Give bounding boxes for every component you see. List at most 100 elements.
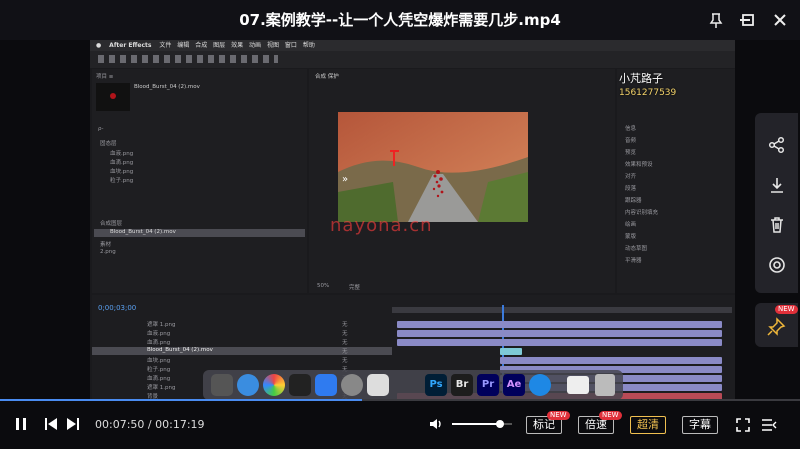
trash-icon[interactable] xyxy=(595,374,615,396)
volume-icon[interactable] xyxy=(428,416,444,436)
pause-icon[interactable] xyxy=(14,416,28,435)
comp-preview-image: » xyxy=(338,112,528,222)
layer-bar[interactable] xyxy=(397,339,722,346)
notes-icon[interactable] xyxy=(367,374,389,396)
time-current: 00:07:50 xyxy=(95,418,145,431)
bridge-icon[interactable]: Br xyxy=(451,374,473,396)
list-item[interactable]: 血液.png xyxy=(110,149,133,158)
launchpad-icon[interactable] xyxy=(211,374,233,396)
watermark-center: nayona.cn xyxy=(330,215,433,236)
project-list: 固态层 血液.png 血滴.png 血块.png 粒子.png Blood_Bu… xyxy=(94,139,305,279)
menubar-item: 效果 xyxy=(231,42,244,49)
appstore-icon[interactable] xyxy=(315,374,337,396)
menubar-item: 图层 xyxy=(213,42,226,49)
panel-item[interactable]: 段落 xyxy=(625,184,636,193)
layer-mode[interactable]: 无 xyxy=(342,329,348,338)
menubar-item: 文件 xyxy=(159,42,172,49)
video-title: 07.案例教学--让一个人凭空爆炸需要几步.mp4 xyxy=(239,11,561,29)
menubar-item: 编辑 xyxy=(177,42,190,49)
premiere-icon[interactable]: Pr xyxy=(477,374,499,396)
maximize-icon[interactable] xyxy=(738,10,758,30)
layer-mode[interactable]: 无 xyxy=(342,356,348,365)
playlist-icon[interactable] xyxy=(761,417,777,436)
aftereffects-icon[interactable]: Ae xyxy=(503,374,525,396)
pin-new-icon xyxy=(766,317,786,341)
time-total: 00:17:19 xyxy=(155,418,205,431)
list-item[interactable]: 血块.png xyxy=(110,167,133,176)
layer-name[interactable]: 血滴.png xyxy=(147,374,170,383)
list-item[interactable]: Blood_Burst_04 (2).mov xyxy=(110,229,176,238)
layer-name[interactable]: 遮罩 1.png xyxy=(147,383,175,392)
panel-item[interactable]: 内容识别填充 xyxy=(625,208,658,217)
comp-tab[interactable]: 合成 保护 xyxy=(315,72,339,80)
list-item[interactable]: 合成图层 xyxy=(100,219,122,228)
layer-mode[interactable]: 无 xyxy=(342,338,348,347)
layer-bar[interactable] xyxy=(397,330,722,337)
photos-icon[interactable] xyxy=(263,374,285,396)
safari-icon[interactable] xyxy=(237,374,259,396)
comp-zoom[interactable]: 50% xyxy=(317,283,329,289)
layer-name[interactable]: 血块.png xyxy=(147,356,170,365)
list-item[interactable]: 粒子.png xyxy=(110,176,133,185)
project-file: Blood_Burst_04 (2).mov xyxy=(134,84,200,90)
finder-window-icon[interactable] xyxy=(567,376,589,394)
list-item[interactable]: 血滴.png xyxy=(110,158,133,167)
settings-icon[interactable] xyxy=(341,374,363,396)
close-icon[interactable] xyxy=(770,10,790,30)
panel-item[interactable]: 效果和预设 xyxy=(625,160,653,169)
record-icon[interactable] xyxy=(755,243,798,287)
list-item[interactable]: 2.png xyxy=(100,249,116,258)
layer-name[interactable]: 血滴.png xyxy=(147,338,170,347)
panel-item[interactable]: 对齐 xyxy=(625,172,636,181)
svg-text:»: » xyxy=(342,174,348,185)
comp-quality[interactable]: 完整 xyxy=(349,283,360,291)
video-frame[interactable]: ● After Effects 文件 编辑 合成 图层 效果 动画 视图 窗口 … xyxy=(90,40,735,400)
panel-item[interactable]: 信息 xyxy=(625,124,636,133)
menubar-app: After Effects xyxy=(109,42,152,49)
watermark: 小芃路子 1561277539 xyxy=(619,72,731,102)
delete-icon[interactable] xyxy=(755,203,798,247)
subtitle-button[interactable]: 字幕 xyxy=(682,416,718,434)
composition-panel: 合成 保护 » 50% 完整 xyxy=(309,69,615,293)
photoshop-icon[interactable]: Ps xyxy=(425,374,447,396)
project-panel: 项目 ≡ Blood_Burst_04 (2).mov ρ- 固态层 血液.pn… xyxy=(92,69,307,293)
panel-item[interactable]: 蒙版 xyxy=(625,232,636,241)
finalcut-icon[interactable] xyxy=(289,374,311,396)
watermark-name: 小芃路子 xyxy=(619,72,663,85)
browser-icon[interactable] xyxy=(529,374,551,396)
project-search[interactable]: ρ- xyxy=(98,126,103,132)
layer-name[interactable]: Blood_Burst_04 (2).mov xyxy=(147,347,213,356)
layer-bar[interactable] xyxy=(397,321,722,328)
time-ruler xyxy=(392,307,732,313)
download-icon[interactable] xyxy=(755,163,798,207)
mac-dock: Ps Br Pr Ae xyxy=(203,370,623,400)
project-header: 项目 ≡ xyxy=(96,74,114,80)
side-panel xyxy=(755,113,798,293)
menubar-item: 合成 xyxy=(195,42,208,49)
project-thumbnail xyxy=(96,83,130,111)
layer-bar[interactable] xyxy=(500,357,722,364)
timeline-time[interactable]: 0;00;03;00 xyxy=(98,304,136,312)
pin-icon[interactable] xyxy=(706,10,726,30)
layer-mode[interactable]: 无 xyxy=(342,320,348,329)
panel-item[interactable]: 音频 xyxy=(625,136,636,145)
share-icon[interactable] xyxy=(755,123,798,167)
layer-name[interactable]: 粒子.png xyxy=(147,365,170,374)
previous-icon[interactable] xyxy=(44,416,58,435)
list-item[interactable]: 素材 xyxy=(100,240,111,249)
effects-panel: 小芃路子 1561277539 信息 音频 预览 效果和预设 对齐 段落 跟踪器… xyxy=(617,69,735,293)
next-icon[interactable] xyxy=(66,416,80,435)
list-item[interactable]: 固态层 xyxy=(100,139,117,148)
layer-name[interactable]: 血液.png xyxy=(147,329,170,338)
layer-bar[interactable] xyxy=(500,348,522,355)
panel-item[interactable]: 动态草图 xyxy=(625,244,647,253)
layer-name[interactable]: 遮罩 1.png xyxy=(147,320,175,329)
quality-button[interactable]: 超清 xyxy=(630,416,666,434)
panel-item[interactable]: 跟踪器 xyxy=(625,196,642,205)
fullscreen-icon[interactable] xyxy=(736,417,750,436)
volume-knob[interactable] xyxy=(496,420,504,428)
panel-item[interactable]: 预览 xyxy=(625,148,636,157)
panel-item[interactable]: 平滑器 xyxy=(625,256,642,265)
layer-mode[interactable]: 无 xyxy=(342,347,348,356)
panel-item[interactable]: 绘画 xyxy=(625,220,636,229)
